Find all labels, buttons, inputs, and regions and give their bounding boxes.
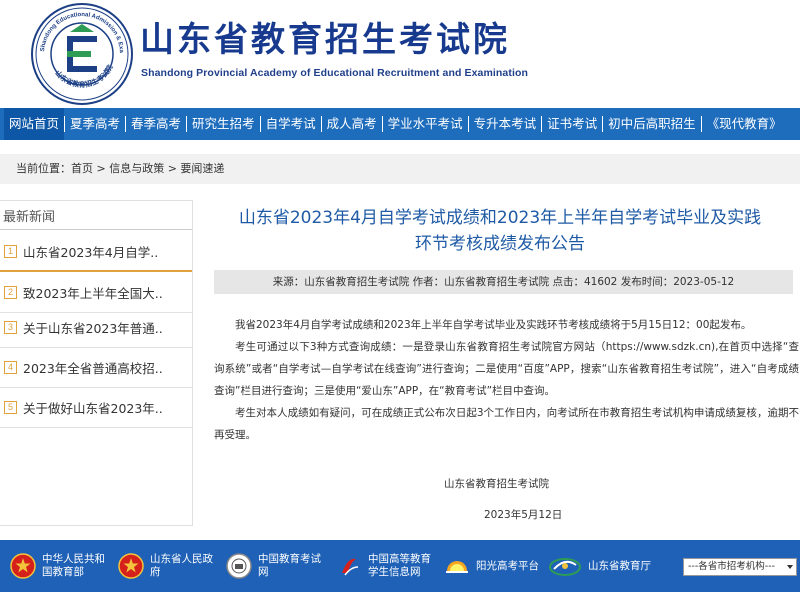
footer-link-label: 国教育部: [42, 566, 84, 578]
footer-link-shandong-edu[interactable]: 山东省教育厅: [548, 540, 651, 592]
article-title-line: 环节考核成绩发布公告: [415, 234, 585, 254]
nav-item-vocational-admission[interactable]: 初中后高职招生: [603, 108, 701, 140]
news-number-badge: 1: [4, 244, 17, 258]
article-title: 山东省2023年4月自学考试成绩和2023年上半年自学考试毕业及实践 环节考核成…: [200, 205, 800, 257]
nav-item-certificate-exam[interactable]: 证书考试: [542, 108, 602, 140]
article-paragraph: 考生可通过以下3种方式查询成绩：一是登录山东省教育招生考试院官方网站（https…: [214, 341, 799, 397]
sidebar-news-item[interactable]: 3 关于山东省2023年普通..: [0, 308, 192, 348]
nav-item-graduate-exam[interactable]: 研究生招考: [187, 108, 260, 140]
sidebar-news-label: 关于山东省2023年普通..: [23, 321, 163, 336]
footer-link-label: 山东省教育厅: [588, 559, 651, 572]
main-nav: 网站首页 夏季高考 春季高考 研究生招考 自学考试 成人高考 学业水平考试 专升…: [0, 108, 800, 140]
footer-link-label: 网: [258, 566, 269, 578]
breadcrumb[interactable]: 当前位置：首页 > 信息与政策 > 要闻速递: [0, 154, 800, 184]
footer-link-label: 学生信息网: [368, 566, 421, 578]
article-paragraph: 考生对本人成绩如有疑问，可在成绩正式公布次日起3个工作日内，向考试所在市教育招生…: [214, 407, 799, 441]
news-number-badge: 2: [4, 286, 17, 299]
footer-link-label: 中国高等教育: [368, 553, 431, 565]
footer-link-label: 府: [150, 566, 161, 578]
news-number-badge: 4: [4, 361, 17, 374]
sidebar-title: 最新新闻: [3, 210, 56, 225]
sidebar-news-label: 关于做好山东省2023年..: [23, 401, 163, 416]
sidebar-news-label: 致2023年上半年全国大..: [23, 286, 163, 301]
article-body: 我省2023年4月自学考试成绩和2023年上半年自学考试毕业及实践环节考核成绩将…: [214, 314, 799, 446]
logo-emblem-icon: Shandong Educational Admission & Examina…: [27, 0, 133, 105]
sun-icon: [446, 561, 468, 573]
footer-link-label: 中国教育考试: [258, 553, 321, 565]
site-subtitle: Shandong Provincial Academy of Education…: [141, 67, 529, 79]
latest-news-sidebar: 最新新闻 1 山东省2023年4月自学.. 2 致2023年上半年全国大.. 3…: [0, 200, 193, 526]
nav-item-proficiency-exam[interactable]: 学业水平考试: [383, 108, 468, 140]
chevron-down-icon: [787, 565, 793, 569]
nav-item-summer-exam[interactable]: 夏季高考: [65, 108, 125, 140]
provincial-agencies-select[interactable]: ---各省市招考机构---: [683, 558, 797, 576]
footer-link-label: 中华人民共和: [42, 553, 105, 565]
nav-item-spring-exam[interactable]: 春季高考: [126, 108, 186, 140]
national-emblem-icon: [10, 553, 36, 579]
article-date: 2023年5月12日: [484, 509, 563, 521]
nav-item-upgrade-exam[interactable]: 专升本考试: [469, 108, 542, 140]
sidebar-news-item[interactable]: 5 关于做好山东省2023年..: [0, 388, 192, 428]
news-number-badge: 3: [4, 321, 17, 334]
footer-link-label: 山东省人民政: [150, 553, 213, 565]
footer-link-sunshine-gaokao[interactable]: 阳光高考平台: [444, 540, 539, 592]
footer-link-label: 阳光高考平台: [476, 559, 539, 572]
sidebar-news-item[interactable]: 1 山东省2023年4月自学..: [0, 232, 192, 272]
nav-item-adult-exam[interactable]: 成人高考: [322, 108, 382, 140]
news-number-badge: 5: [4, 401, 17, 414]
nav-item-modern-education[interactable]: 《现代教育》: [702, 108, 787, 140]
shandong-edu-icon: [549, 558, 581, 576]
footer-link-shandong-gov[interactable]: 山东省人民政 府: [118, 540, 213, 592]
sidebar-news-label: 2023年全省普通高校招..: [23, 361, 163, 376]
nav-item-home[interactable]: 网站首页: [4, 108, 65, 140]
site-header: Shandong Educational Admission & Examina…: [0, 0, 800, 108]
site-logo[interactable]: Shandong Educational Admission & Examina…: [27, 0, 134, 106]
article-meta: 来源：山东省教育招生考试院 作者：山东省教育招生考试院 点击：41602 发布时…: [214, 270, 793, 294]
exam-seal-icon: [226, 553, 252, 579]
sidebar-news-label: 山东省2023年4月自学..: [23, 244, 159, 260]
footer-link-moe[interactable]: 中华人民共和 国教育部: [10, 540, 105, 592]
article-paragraph: 我省2023年4月自学考试成绩和2023年上半年自学考试毕业及实践环节考核成绩将…: [235, 319, 752, 331]
select-value: ---各省市招考机构---: [688, 561, 776, 572]
site-title: 山东省教育招生考试院: [140, 20, 510, 60]
sidebar-title-divider: [0, 229, 192, 230]
footer-links-bar: 中华人民共和 国教育部 山东省人民政 府 中国教育考试 网 中国高等教育 学生信…: [0, 540, 800, 592]
sidebar-news-item[interactable]: 2 致2023年上半年全国大..: [0, 273, 192, 313]
chsi-icon: [342, 558, 359, 576]
national-emblem-icon: [118, 553, 144, 579]
article-title-line: 山东省2023年4月自学考试成绩和2023年上半年自学考试毕业及实践: [238, 208, 762, 228]
sidebar-news-item[interactable]: 4 2023年全省普通高校招..: [0, 348, 192, 388]
article-signature: 山东省教育招生考试院: [444, 478, 549, 490]
nav-item-self-study-exam[interactable]: 自学考试: [261, 108, 321, 140]
footer-link-neea[interactable]: 中国教育考试 网: [226, 540, 321, 592]
footer-link-chsi[interactable]: 中国高等教育 学生信息网: [336, 540, 431, 592]
